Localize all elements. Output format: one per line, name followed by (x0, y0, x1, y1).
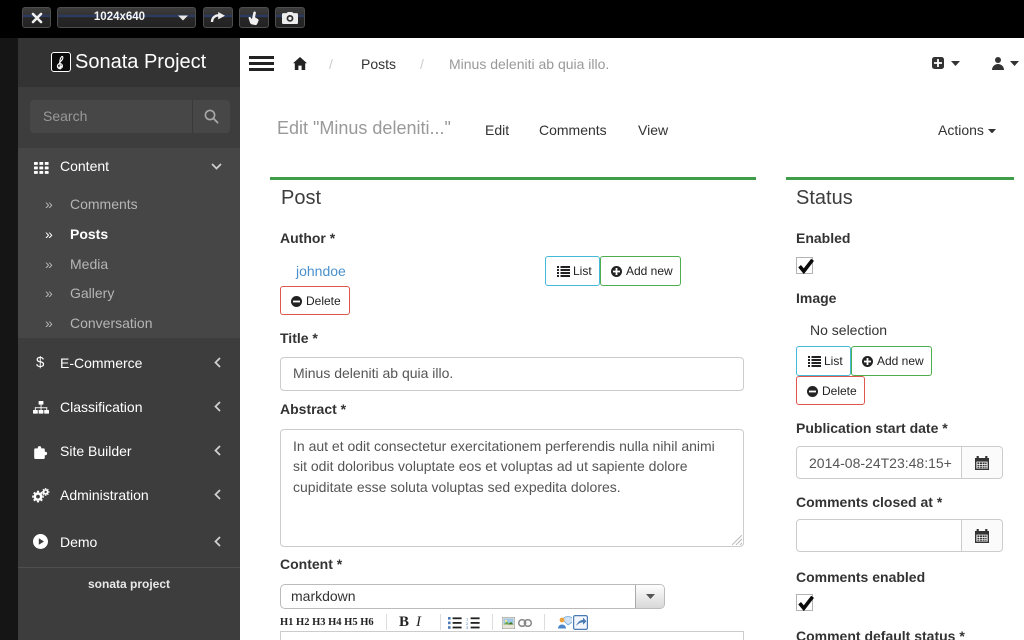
svg-text:3: 3 (466, 625, 469, 629)
